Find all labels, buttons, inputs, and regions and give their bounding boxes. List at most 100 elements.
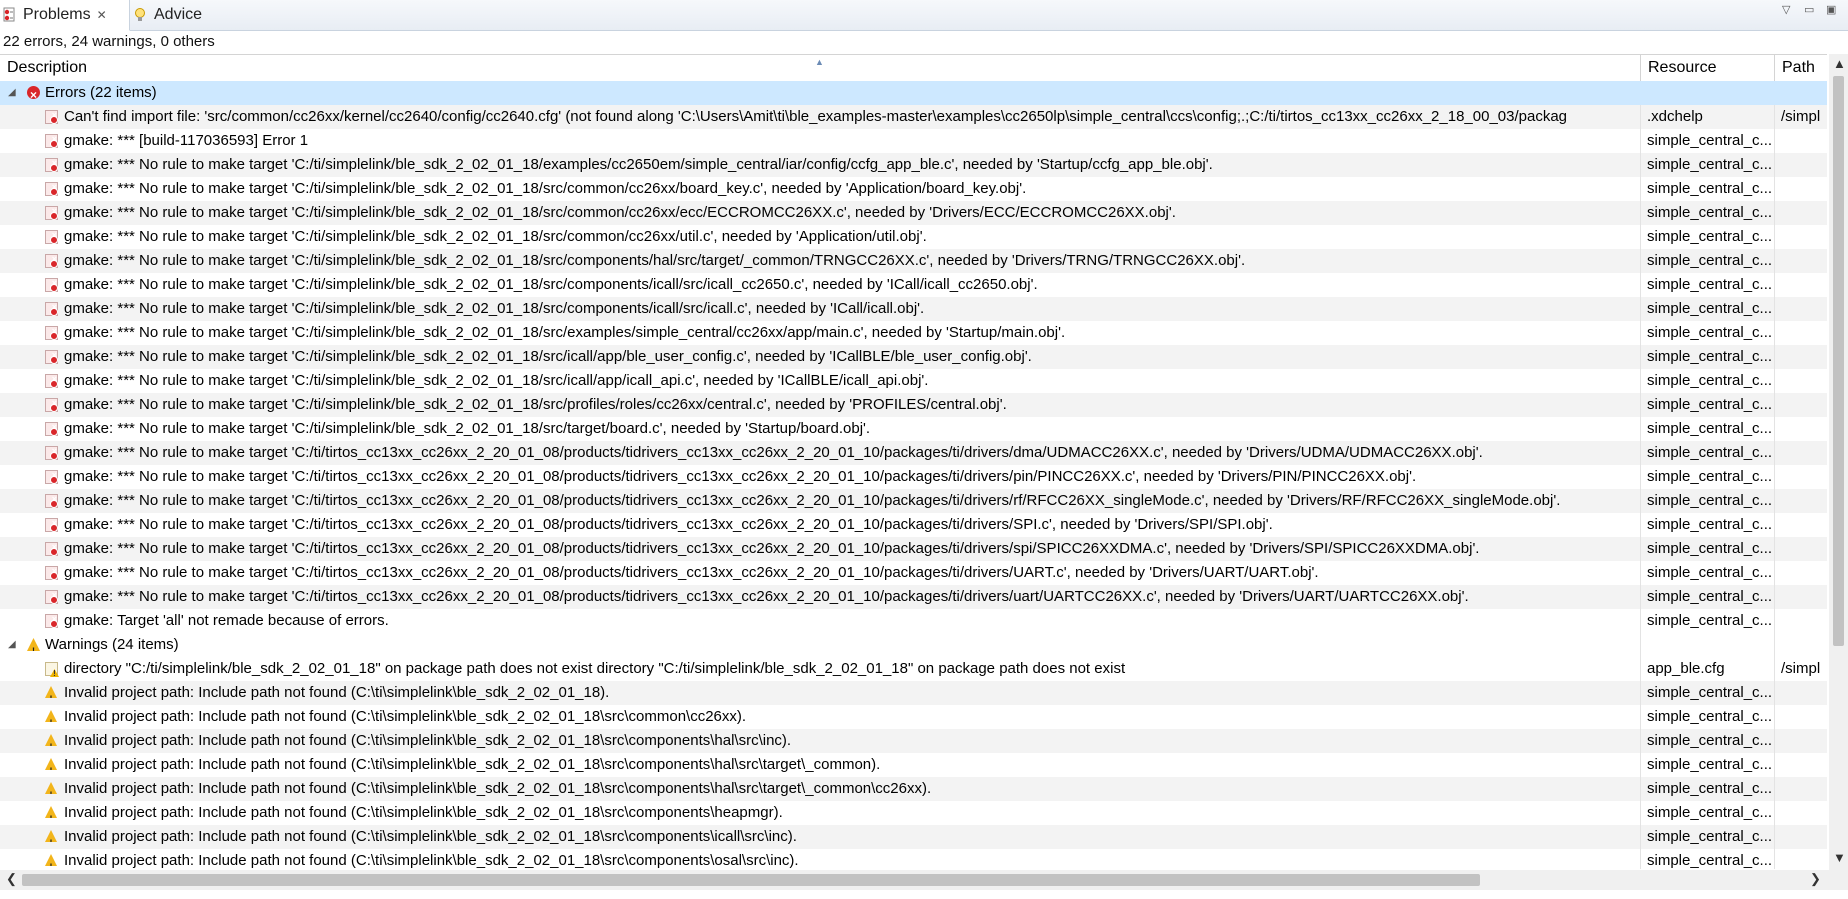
problem-path: [1775, 225, 1827, 249]
error-file-icon: [45, 369, 58, 391]
table-row[interactable]: gmake: *** No rule to make target 'C:/ti…: [0, 153, 1827, 177]
error-file-icon: [45, 273, 58, 295]
problems-icon: [3, 7, 17, 23]
error-circle-icon: [27, 83, 40, 107]
column-header-description[interactable]: Description ▲: [0, 55, 1641, 81]
table-row[interactable]: gmake: *** [build-117036593] Error 1 simp…: [0, 129, 1827, 153]
problem-path: [1775, 129, 1827, 153]
problem-resource: simple_central_c...: [1647, 708, 1773, 725]
problem-description: gmake: Target 'all' not remade because o…: [64, 612, 389, 629]
table-row[interactable]: gmake: *** No rule to make target 'C:/ti…: [0, 321, 1827, 345]
table-row[interactable]: gmake: *** No rule to make target 'C:/ti…: [0, 369, 1827, 393]
table-row[interactable]: gmake: *** No rule to make target 'C:/ti…: [0, 489, 1827, 513]
problem-resource: simple_central_c...: [1647, 180, 1773, 197]
minimize-icon[interactable]: ▭: [1804, 3, 1814, 16]
error-file-icon: [45, 465, 58, 487]
table-row[interactable]: Invalid project path: Include path not f…: [0, 681, 1827, 705]
group-row-warnings[interactable]: ◢ Warnings (24 items): [0, 633, 1827, 657]
problem-path: [1775, 753, 1827, 777]
error-file-icon: [45, 441, 58, 463]
problem-path: [1775, 441, 1827, 465]
warning-icon: [45, 830, 57, 842]
table-row[interactable]: gmake: *** No rule to make target 'C:/ti…: [0, 393, 1827, 417]
table-row[interactable]: Invalid project path: Include path not f…: [0, 849, 1827, 869]
table-row[interactable]: gmake: *** No rule to make target 'C:/ti…: [0, 201, 1827, 225]
problem-description: directory "C:/ti/simplelink/ble_sdk_2_02…: [64, 660, 1126, 677]
error-file-icon: [45, 561, 58, 583]
expand-collapse-icon[interactable]: ◢: [8, 633, 16, 657]
vertical-scroll-thumb[interactable]: [1833, 76, 1844, 646]
table-row[interactable]: Invalid project path: Include path not f…: [0, 825, 1827, 849]
group-row-errors[interactable]: ◢ Errors (22 items): [0, 81, 1827, 107]
warning-icon: [45, 710, 57, 722]
table-row[interactable]: Invalid project path: Include path not f…: [0, 729, 1827, 753]
scroll-up-icon[interactable]: ▲: [1833, 56, 1846, 71]
table-row[interactable]: gmake: *** No rule to make target 'C:/ti…: [0, 585, 1827, 609]
table-row[interactable]: Invalid project path: Include path not f…: [0, 753, 1827, 777]
error-file-icon: [45, 585, 58, 607]
problem-resource: simple_central_c...: [1647, 588, 1773, 605]
column-header-resource[interactable]: Resource: [1641, 55, 1775, 81]
table-row[interactable]: gmake: *** No rule to make target 'C:/ti…: [0, 537, 1827, 561]
error-file-icon: [45, 321, 58, 343]
horizontal-scrollbar[interactable]: ❮ ❯: [0, 870, 1829, 890]
tab-problems[interactable]: Problems ✕: [0, 0, 130, 31]
problem-resource: simple_central_c...: [1647, 516, 1773, 533]
problem-resource: simple_central_c...: [1647, 540, 1773, 557]
problem-description: Invalid project path: Include path not f…: [64, 828, 797, 845]
error-file-icon: [45, 297, 58, 319]
problem-description: gmake: *** No rule to make target 'C:/ti…: [64, 564, 1319, 581]
horizontal-scroll-thumb[interactable]: [22, 874, 1480, 886]
problem-description: gmake: *** No rule to make target 'C:/ti…: [64, 348, 1032, 365]
table-row[interactable]: gmake: *** No rule to make target 'C:/ti…: [0, 441, 1827, 465]
column-header-path[interactable]: Path: [1775, 55, 1827, 81]
problem-path: [1775, 849, 1827, 869]
problem-resource: simple_central_c...: [1647, 324, 1773, 341]
problem-path: [1775, 585, 1827, 609]
error-file-icon: [45, 513, 58, 535]
table-row[interactable]: gmake: *** No rule to make target 'C:/ti…: [0, 297, 1827, 321]
vertical-scrollbar[interactable]: ▲ ▼: [1829, 54, 1848, 870]
problem-resource: simple_central_c...: [1647, 420, 1773, 437]
table-row[interactable]: directory "C:/ti/simplelink/ble_sdk_2_02…: [0, 657, 1827, 681]
problem-description: gmake: *** No rule to make target 'C:/ti…: [64, 324, 1066, 341]
warning-icon: [45, 806, 57, 818]
maximize-icon[interactable]: ▣: [1826, 3, 1836, 16]
problem-path: [1775, 825, 1827, 849]
table-row[interactable]: gmake: *** No rule to make target 'C:/ti…: [0, 345, 1827, 369]
error-file-icon: [45, 249, 58, 271]
table-row[interactable]: gmake: *** No rule to make target 'C:/ti…: [0, 225, 1827, 249]
tab-advice[interactable]: Advice: [131, 0, 202, 30]
problem-path: [1775, 561, 1827, 585]
scroll-left-icon[interactable]: ❮: [6, 871, 17, 887]
table-row[interactable]: gmake: *** No rule to make target 'C:/ti…: [0, 465, 1827, 489]
problem-description: gmake: *** No rule to make target 'C:/ti…: [64, 300, 925, 317]
problem-description: gmake: *** No rule to make target 'C:/ti…: [64, 540, 1480, 557]
problem-path: [1775, 177, 1827, 201]
table-row[interactable]: gmake: *** No rule to make target 'C:/ti…: [0, 177, 1827, 201]
table-row[interactable]: gmake: Target 'all' not remade because o…: [0, 609, 1827, 633]
problem-description: gmake: *** No rule to make target 'C:/ti…: [64, 156, 1213, 173]
error-file-icon: [45, 105, 58, 127]
table-row[interactable]: gmake: *** No rule to make target 'C:/ti…: [0, 513, 1827, 537]
problems-summary: 22 errors, 24 warnings, 0 others: [0, 31, 1848, 53]
scroll-down-icon[interactable]: ▼: [1833, 850, 1846, 865]
expand-collapse-icon[interactable]: ◢: [8, 81, 16, 105]
problem-resource: simple_central_c...: [1647, 804, 1773, 821]
table-row[interactable]: Can't find import file: 'src/common/cc26…: [0, 105, 1827, 129]
warning-triangle-icon: [27, 638, 40, 651]
error-file-icon: [45, 537, 58, 559]
table-row[interactable]: Invalid project path: Include path not f…: [0, 777, 1827, 801]
problem-description: gmake: *** No rule to make target 'C:/ti…: [64, 492, 1561, 509]
table-row[interactable]: Invalid project path: Include path not f…: [0, 801, 1827, 825]
problem-resource: simple_central_c...: [1647, 780, 1773, 797]
table-row[interactable]: Invalid project path: Include path not f…: [0, 705, 1827, 729]
scroll-right-icon[interactable]: ❯: [1810, 871, 1821, 887]
table-row[interactable]: gmake: *** No rule to make target 'C:/ti…: [0, 249, 1827, 273]
table-row[interactable]: gmake: *** No rule to make target 'C:/ti…: [0, 273, 1827, 297]
table-row[interactable]: gmake: *** No rule to make target 'C:/ti…: [0, 417, 1827, 441]
table-row[interactable]: gmake: *** No rule to make target 'C:/ti…: [0, 561, 1827, 585]
close-icon[interactable]: ✕: [97, 8, 107, 22]
problem-path: [1775, 273, 1827, 297]
view-menu-icon[interactable]: ▽: [1782, 3, 1790, 16]
